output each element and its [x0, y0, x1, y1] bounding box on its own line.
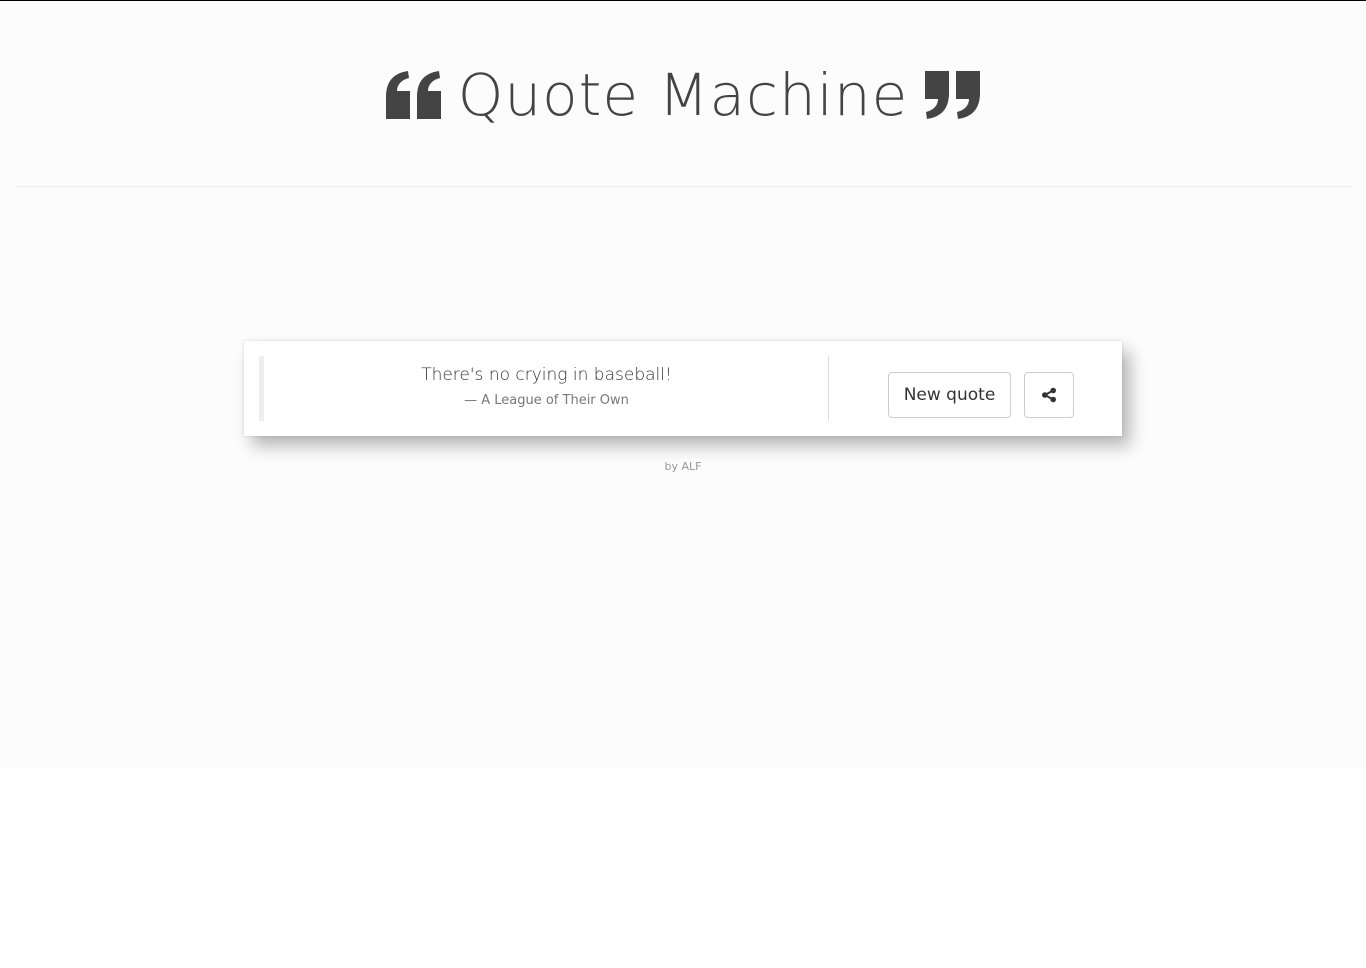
quote-text: There's no crying in baseball! — [421, 365, 672, 385]
header-divider — [15, 186, 1351, 187]
new-quote-button[interactable]: New quote — [888, 372, 1011, 418]
quote-source: — A League of Their Own — [464, 393, 629, 408]
quote-blockquote: There's no crying in baseball! — A Leagu… — [259, 356, 829, 421]
page-title: Quote Machine — [457, 61, 909, 129]
page-header: Quote Machine — [0, 1, 1366, 186]
quote-left-icon — [384, 69, 444, 121]
quote-right-icon — [922, 69, 982, 121]
app-container: Quote Machine There's no crying in baseb… — [0, 1, 1366, 768]
title-row: Quote Machine — [0, 53, 1366, 137]
share-icon — [1041, 387, 1057, 403]
share-button[interactable] — [1024, 372, 1074, 418]
author-credit: by ALF — [664, 460, 702, 473]
card-separator — [828, 356, 829, 421]
quote-card: There's no crying in baseball! — A Leagu… — [244, 341, 1122, 436]
